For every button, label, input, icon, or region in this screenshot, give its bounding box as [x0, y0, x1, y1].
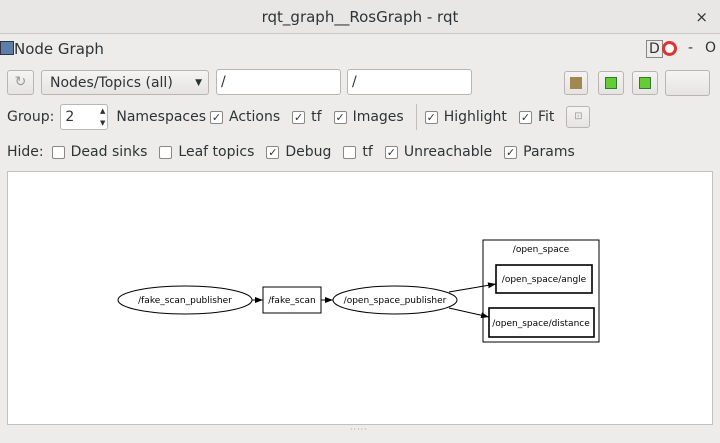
mode-select[interactable]: Nodes/Topics (all) ▼ [41, 70, 209, 95]
topic-fake-scan[interactable]: /fake_scan [262, 286, 322, 314]
dead-sinks-label: Dead sinks [70, 144, 148, 160]
graph-svg[interactable]: /open_space /fake_scan_publisher /fake_s… [8, 172, 714, 426]
folder-icon [570, 77, 582, 89]
resize-handle[interactable]: ····· [350, 425, 368, 434]
tf-hide-label: tf [362, 144, 373, 160]
images-label: Images [352, 109, 404, 125]
namespace-label: /open_space [513, 245, 570, 255]
unreachable-checkbox[interactable]: ✓ [384, 145, 398, 159]
group-label: Group: [7, 109, 55, 125]
chevron-down-icon: ▼ [195, 77, 202, 88]
topic-open-space-distance[interactable]: /open_space/distance [488, 307, 595, 338]
save-image-icon [639, 77, 651, 89]
close-button[interactable]: × [695, 0, 708, 34]
node-filter-input[interactable]: / [216, 69, 341, 95]
actions-label: Actions [229, 109, 281, 125]
svg-text:/fake_scan_publisher: /fake_scan_publisher [138, 296, 232, 306]
refresh-icon: ↻ [14, 74, 27, 90]
images-checkbox[interactable]: ✓ [333, 110, 347, 124]
group-spinbox[interactable]: 2 ▲ ▼ [60, 104, 109, 130]
group-value: 2 [65, 109, 75, 125]
empty-button[interactable] [665, 70, 710, 96]
float-button[interactable]: O [705, 40, 716, 56]
namespaces-checkbox[interactable]: ✓ [210, 110, 224, 124]
debug-button[interactable]: D [646, 40, 663, 58]
window-titlebar: rqt_graph__RosGraph - rqt [0, 0, 720, 34]
dead-sinks-checkbox[interactable] [51, 145, 65, 159]
tf-group-label: tf [311, 109, 322, 125]
save-svg-button[interactable] [632, 71, 658, 95]
graph-canvas[interactable]: /open_space /fake_scan_publisher /fake_s… [7, 171, 713, 425]
help-icon[interactable] [662, 41, 677, 56]
minimize-button[interactable]: - [688, 40, 693, 56]
leaf-topics-checkbox[interactable] [159, 145, 173, 159]
window-title: rqt_graph__RosGraph - rqt [261, 8, 459, 26]
params-label: Params [523, 144, 575, 160]
svg-text:/open_space/distance: /open_space/distance [492, 319, 590, 329]
highlight-label: Highlight [443, 109, 507, 125]
svg-text:/fake_scan: /fake_scan [268, 296, 316, 306]
debug-label: Debug [285, 144, 332, 160]
tf-hide-checkbox[interactable] [343, 145, 357, 159]
hide-label: Hide: [7, 144, 44, 160]
fit-label: Fit [537, 109, 555, 125]
fit-checkbox[interactable]: ✓ [518, 110, 532, 124]
edge [448, 282, 497, 293]
fit-view-button[interactable]: ⊡ [566, 106, 591, 128]
topic-filter-input[interactable]: / [347, 69, 472, 95]
svg-text:/open_space_publisher: /open_space_publisher [344, 296, 447, 306]
namespaces-checkbox-label: Namespaces [116, 109, 207, 125]
plugin-title: Node Graph [14, 40, 104, 58]
spin-arrows-icon[interactable]: ▲ ▼ [100, 105, 105, 129]
load-dot-button[interactable] [564, 71, 588, 95]
separator [415, 104, 417, 130]
unreachable-label: Unreachable [403, 144, 493, 160]
refresh-button[interactable]: ↻ [7, 70, 34, 95]
save-icon [605, 77, 617, 89]
mode-select-value: Nodes/Topics (all) [50, 74, 173, 91]
leaf-topics-label: Leaf topics [178, 144, 255, 160]
node-fake-scan-publisher[interactable]: /fake_scan_publisher [117, 285, 253, 315]
save-dot-button[interactable] [598, 71, 624, 95]
debug-checkbox[interactable]: ✓ [266, 145, 280, 159]
svg-text:/open_space/angle: /open_space/angle [502, 275, 587, 285]
tf-group-checkbox[interactable]: ✓ [292, 110, 306, 124]
topic-open-space-angle[interactable]: /open_space/angle [495, 264, 593, 294]
params-checkbox[interactable]: ✓ [504, 145, 518, 159]
node-open-space-publisher[interactable]: /open_space_publisher [332, 285, 458, 315]
plugin-icon [0, 41, 14, 55]
highlight-checkbox[interactable]: ✓ [424, 110, 438, 124]
